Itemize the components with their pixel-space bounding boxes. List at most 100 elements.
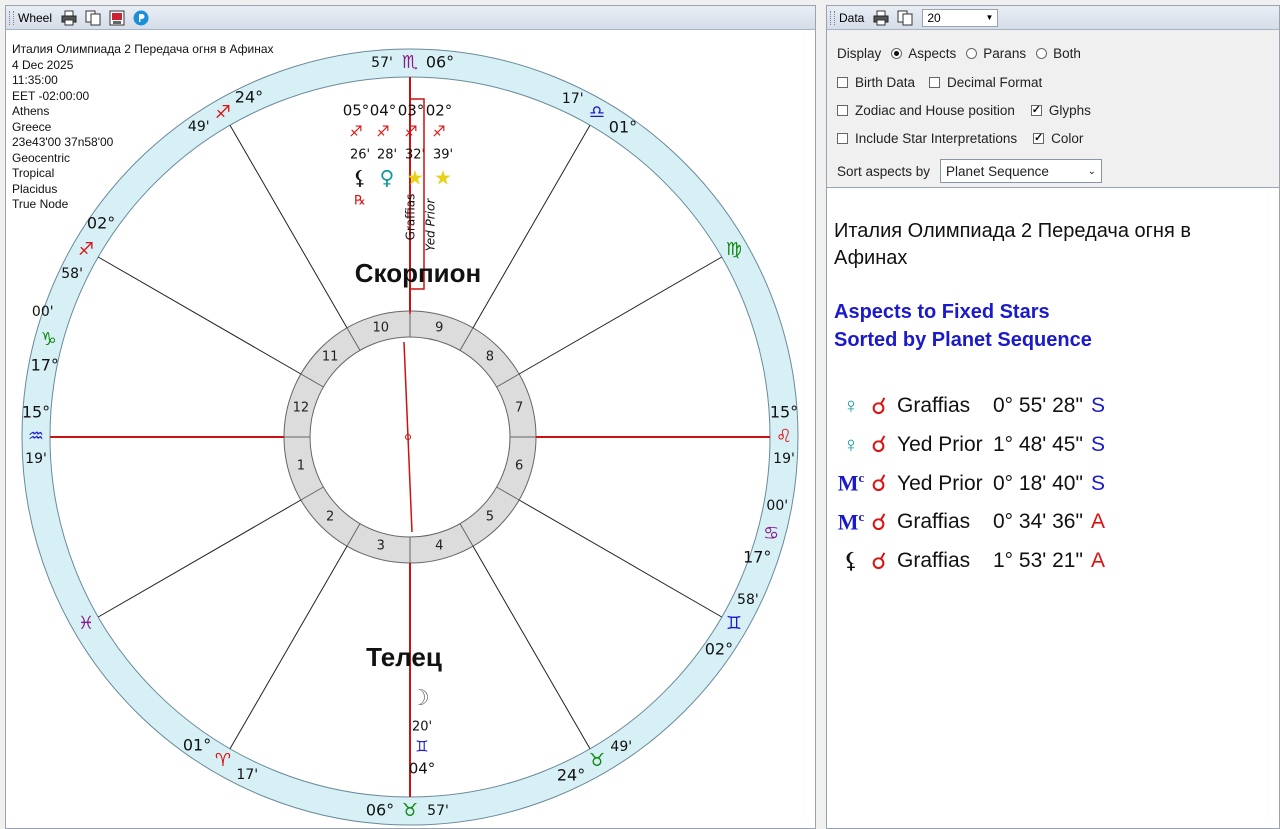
cusp-minute: 00' — [766, 498, 788, 514]
report-title: Италия Олимпиада 2 Передача огня в Афина… — [834, 220, 1191, 269]
checkbox-row-2: Zodiac and House position ✓ Glyphs — [837, 103, 1091, 118]
radio-both[interactable] — [1036, 48, 1048, 59]
checkbox-zodiac-house[interactable] — [837, 105, 848, 116]
cusp-minute: 19' — [25, 451, 47, 467]
cusp-minute: 58' — [61, 266, 83, 282]
moon-minute: 20' — [412, 720, 432, 735]
cusp-minute: 57' — [427, 803, 449, 819]
sort-select[interactable]: Planet Sequence ⌄ — [940, 159, 1103, 183]
decimal-format-label[interactable]: Decimal Format — [947, 75, 1042, 90]
radio-aspects-label[interactable]: Aspects — [908, 46, 956, 61]
checkbox-glyphs[interactable]: ✓ — [1030, 105, 1042, 116]
planet-minute: 26' — [350, 148, 370, 163]
cusp-degree: 17° — [743, 547, 771, 566]
report-area: Италия Олимпиада 2 Передача огня в Афина… — [827, 188, 1279, 828]
birth-data-label[interactable]: Birth Data — [855, 75, 915, 90]
checkbox-row-3: Include Star Interpretations ✓ Color — [837, 131, 1083, 146]
house-number: 3 — [377, 539, 385, 554]
aspect-row[interactable]: Mc ☌ Graffias 0° 34' 36" A — [837, 507, 1105, 537]
aspect-row[interactable]: ♀ ☌ Yed Prior 1° 48' 45" S — [837, 430, 1105, 460]
copy-icon[interactable] — [84, 9, 102, 27]
separating-applying: A — [1090, 510, 1105, 534]
drag-grip[interactable] — [830, 10, 835, 25]
planet-glyph: Mc — [837, 509, 865, 535]
color-label[interactable]: Color — [1051, 131, 1083, 146]
house-number: 12 — [293, 400, 310, 415]
sort-row: Sort aspects by Planet Sequence ⌄ — [837, 159, 1103, 183]
radio-parans-label[interactable]: Parans — [983, 46, 1026, 61]
chart-info-line: Athens — [12, 104, 50, 118]
sign-glyph-icon: ♈ — [215, 750, 231, 771]
zodiac-house-label[interactable]: Zodiac and House position — [855, 103, 1015, 118]
cusp-degree: 06° — [366, 801, 394, 820]
checkbox-color[interactable]: ✓ — [1033, 133, 1045, 144]
copy-icon[interactable] — [896, 9, 914, 27]
aspect-row[interactable]: ⚸ ☌ Graffias 1° 53' 21" A — [837, 546, 1105, 576]
cusp-degree: 01° — [183, 735, 211, 754]
star-interpretations-label[interactable]: Include Star Interpretations — [855, 131, 1017, 146]
radio-parans[interactable] — [966, 48, 978, 59]
conjunction-icon: ☌ — [871, 470, 887, 497]
aspect-row[interactable]: ♀ ☌ Graffias 0° 55' 28" S — [837, 391, 1105, 421]
house-number: 10 — [372, 320, 389, 335]
chart-info-line: Placidus — [12, 181, 58, 196]
checkbox-star-interpretations[interactable] — [837, 133, 848, 144]
conjunction-icon: ☌ — [871, 431, 887, 458]
planet-degree: 02° — [426, 102, 453, 120]
chart-info-line: Италия Олимпиада 2 Передача огня в Афина… — [12, 42, 274, 56]
conjunction-icon: ☌ — [871, 508, 887, 535]
planet-glyph-icon: ♀ — [380, 166, 395, 190]
moon-degree: 04° — [409, 760, 436, 778]
wheel-titlebar: Wheel — [6, 6, 815, 30]
planet-glyph: ♀ — [842, 431, 860, 457]
print-icon[interactable] — [60, 9, 78, 27]
planet-degree: 03° — [398, 102, 425, 120]
wheel-title: Wheel — [18, 10, 53, 25]
aspect-row[interactable]: Mc ☌ Yed Prior 0° 18' 40" S — [837, 469, 1105, 499]
cusp-minute: 17' — [562, 91, 584, 107]
checkbox-decimal-format[interactable] — [929, 77, 941, 88]
chart-info-line: Greece — [12, 119, 52, 134]
sagittarius-icon: ♐ — [349, 123, 362, 141]
separating-applying: S — [1090, 471, 1105, 495]
cusp-degree: 15° — [22, 403, 50, 422]
sign-glyph-icon: ♒ — [28, 426, 44, 447]
glyphs-label[interactable]: Glyphs — [1049, 103, 1091, 118]
p-badge-icon[interactable] — [132, 9, 150, 27]
star-name: Graffias — [897, 510, 971, 534]
data-title: Data — [839, 10, 865, 25]
cusp-degree: 15° — [770, 403, 798, 422]
planet-minute: 28' — [377, 148, 397, 163]
separating-applying: S — [1090, 432, 1105, 456]
count-combo[interactable]: 20 ▼ — [922, 8, 999, 27]
planet-minute: 32' — [405, 148, 425, 163]
chart-info-line: True Node — [12, 197, 69, 211]
save-image-icon[interactable] — [108, 9, 126, 27]
sign-glyph-icon: ♎ — [589, 102, 605, 123]
planet-glyph-icon: ⚸ — [353, 166, 368, 190]
checkbox-birth-data[interactable] — [837, 77, 848, 88]
sign-glyph-icon: ♓ — [78, 613, 94, 634]
chevron-down-icon: ▼ — [985, 13, 994, 22]
star-name: Graffias — [897, 394, 971, 417]
star-name-label: Graffias — [404, 194, 418, 241]
star-name: Yed Prior — [897, 432, 983, 456]
cusp-minute: 19' — [773, 451, 795, 467]
cusp-degree: 17° — [31, 356, 59, 375]
planet-glyph: ⚸ — [842, 548, 860, 574]
wheel-panel: Wheel 1 2 3 4 5 6 7 8 9 10 11 12 15° ♒ 19' ♓ 01° ♈ 17' 06° ♉… — [5, 5, 816, 829]
report-heading: Aspects to Fixed Stars Sorted by Planet … — [834, 298, 1092, 354]
radio-aspects[interactable] — [891, 48, 903, 59]
cusp-minute: 17' — [236, 767, 258, 783]
house-number: 2 — [326, 509, 334, 524]
planet-glyph: Mc — [837, 470, 865, 496]
sort-value: Planet Sequence — [946, 163, 1049, 179]
display-row: Display Aspects Parans Both — [837, 46, 1081, 61]
chart-info-line: 23e43'00 37n58'00 — [12, 135, 114, 149]
print-icon[interactable] — [872, 9, 890, 27]
drag-grip[interactable] — [9, 10, 14, 25]
sign-glyph-icon: ♊ — [726, 613, 742, 634]
radio-both-label[interactable]: Both — [1053, 46, 1081, 61]
house-number: 8 — [486, 350, 494, 365]
report-heading-2: Sorted by Planet Sequence — [834, 329, 1092, 351]
